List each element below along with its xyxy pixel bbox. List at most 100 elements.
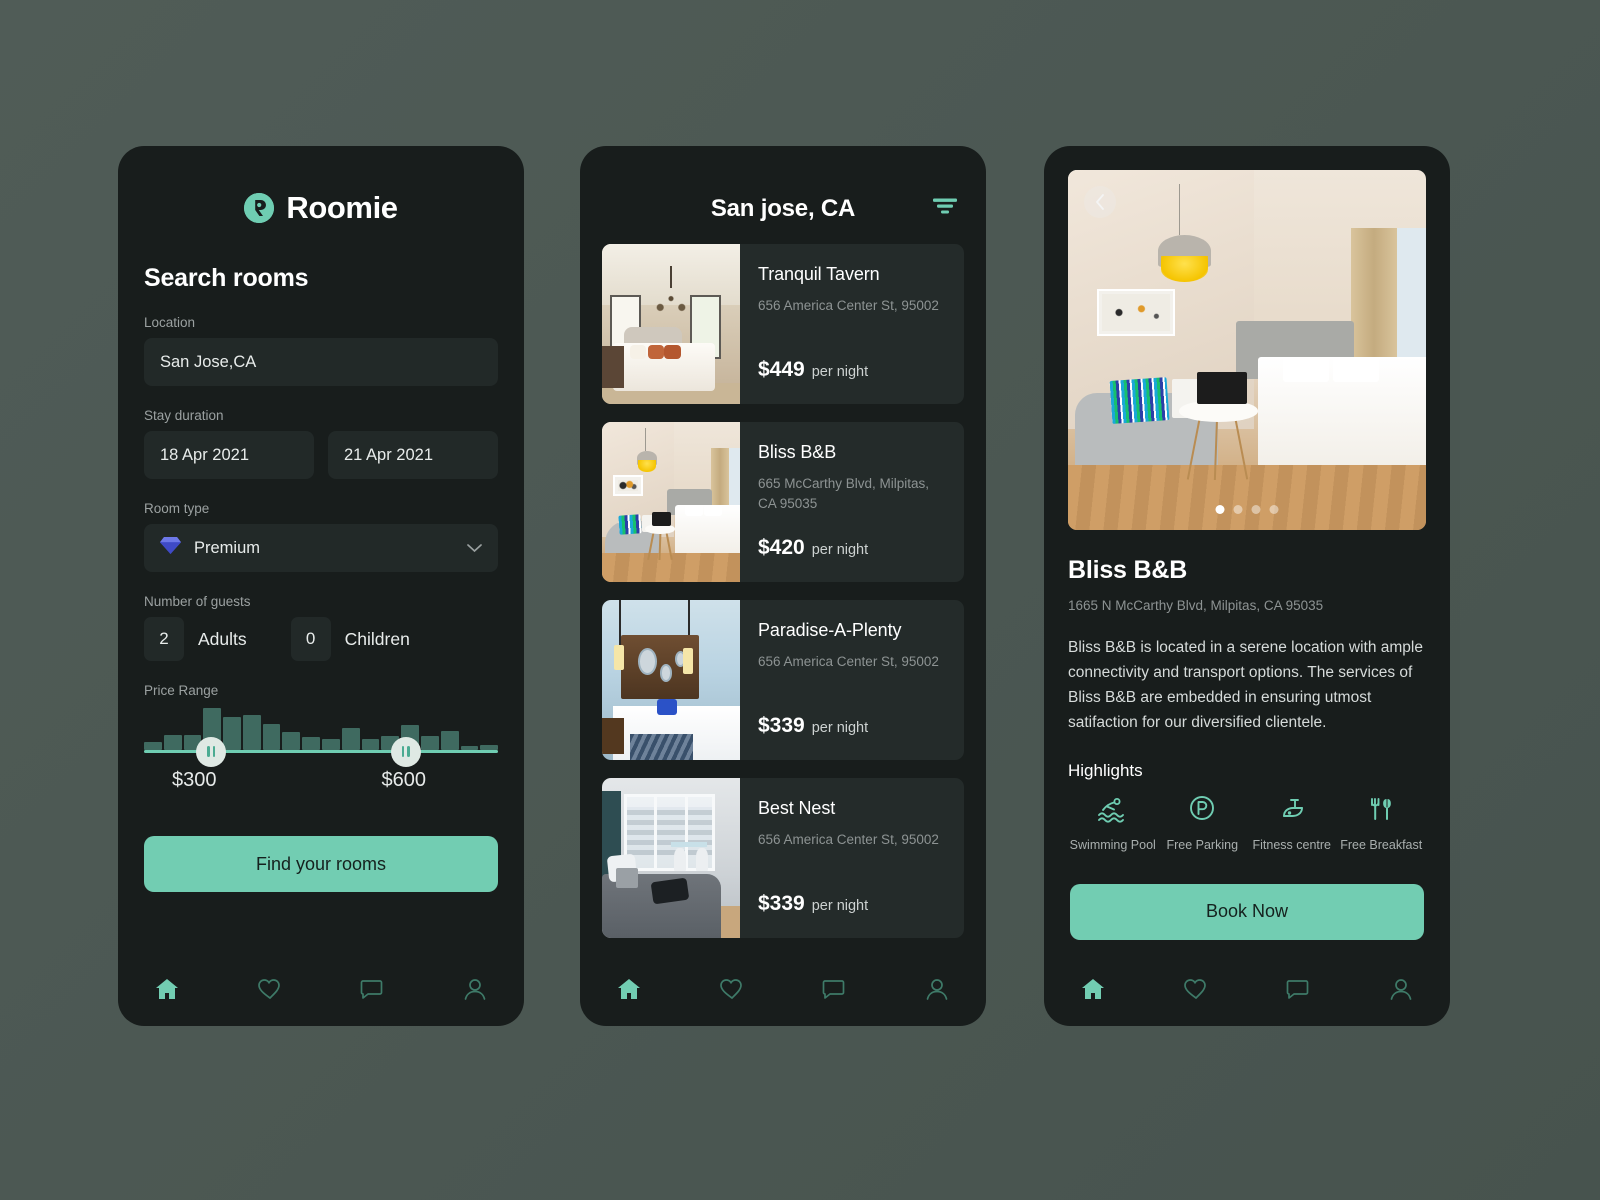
nav-messages[interactable] bbox=[357, 974, 387, 1004]
nav-home[interactable] bbox=[1078, 974, 1108, 1004]
listing-name: Paradise-A-Plenty bbox=[758, 620, 902, 640]
listing-price: $339 bbox=[758, 892, 805, 915]
results-screen: San jose, CA Tranquil Tavern 656 America … bbox=[580, 146, 986, 1026]
children-stepper[interactable]: 0 bbox=[290, 617, 331, 661]
nav-messages[interactable] bbox=[1283, 974, 1313, 1004]
carousel-dot[interactable] bbox=[1269, 505, 1279, 514]
histogram-bar bbox=[440, 730, 459, 750]
histogram-bar bbox=[262, 724, 281, 750]
guests-label: Number of guests bbox=[144, 594, 251, 609]
histogram-bar bbox=[282, 732, 301, 750]
nav-home[interactable] bbox=[614, 974, 644, 1004]
price-range-slider[interactable]: $300 $600 bbox=[144, 706, 499, 792]
histogram-bar bbox=[163, 735, 182, 750]
children-label: Children bbox=[344, 628, 410, 649]
slider-handle-max[interactable] bbox=[390, 736, 421, 767]
heart-icon bbox=[719, 979, 742, 1000]
stay-duration-label: Stay duration bbox=[144, 408, 224, 423]
listing-price-row: $339 per night bbox=[758, 714, 946, 738]
nav-favorites[interactable] bbox=[255, 974, 285, 1004]
bottom-nav-search bbox=[118, 974, 524, 1004]
guests-row: 2 Adults 0 Children bbox=[144, 617, 498, 661]
parking-icon bbox=[1186, 795, 1218, 828]
highlight-swimming-pool: Swimming Pool bbox=[1068, 795, 1158, 854]
chevron-left-icon bbox=[1095, 194, 1104, 210]
carousel-dot[interactable] bbox=[1233, 505, 1243, 514]
detail-screen: Bliss B&B 1665 N McCarthy Blvd, Milpitas… bbox=[1044, 146, 1450, 1026]
slider-handle-min[interactable] bbox=[196, 736, 227, 767]
home-icon bbox=[1082, 979, 1104, 999]
price-min-label: $300 bbox=[172, 769, 217, 791]
chat-icon bbox=[1286, 980, 1309, 999]
listing-price: $449 bbox=[758, 358, 805, 381]
home-icon bbox=[156, 979, 178, 999]
histogram-bar bbox=[341, 728, 360, 750]
highlight-free-parking: Free Parking bbox=[1158, 795, 1248, 854]
checkout-date-input[interactable]: 21 Apr 2021 bbox=[328, 431, 498, 479]
listing-name: Tranquil Tavern bbox=[758, 264, 880, 284]
listing-thumbnail bbox=[602, 600, 740, 760]
back-button[interactable] bbox=[1084, 186, 1116, 218]
listing-price-unit: per night bbox=[811, 542, 869, 558]
highlight-label: Free Parking bbox=[1166, 838, 1239, 853]
nav-home[interactable] bbox=[152, 974, 182, 1004]
exercise-bike-icon bbox=[1276, 795, 1308, 828]
carousel-dots[interactable] bbox=[1215, 505, 1279, 514]
find-rooms-button[interactable]: Find your rooms bbox=[144, 836, 498, 892]
chat-icon bbox=[822, 980, 845, 999]
listing-card[interactable]: Bliss B&B 665 McCarthy Blvd, Milpitas, CA… bbox=[602, 422, 964, 582]
filter-icon[interactable] bbox=[932, 196, 958, 223]
adults-stepper[interactable]: 2 bbox=[144, 617, 184, 661]
slider-track[interactable] bbox=[144, 736, 498, 767]
user-icon bbox=[1390, 979, 1412, 1000]
listing-thumbnail bbox=[602, 422, 740, 582]
room-type-select[interactable]: Premium bbox=[144, 524, 498, 572]
listing-address: 656 America Center St, 95002 bbox=[758, 832, 939, 847]
listing-card[interactable]: Paradise-A-Plenty 656 America Center St, … bbox=[602, 600, 964, 760]
price-range-label: Price Range bbox=[144, 683, 219, 698]
book-now-button[interactable]: Book Now bbox=[1070, 883, 1424, 940]
listing-thumbnail bbox=[602, 244, 740, 404]
brand-name: Roomie bbox=[286, 190, 398, 225]
page-title: Search rooms bbox=[144, 264, 309, 292]
location-input[interactable]: San Jose,CA bbox=[144, 338, 498, 386]
home-icon bbox=[618, 979, 640, 999]
histogram-bar bbox=[302, 736, 321, 750]
listing-price-row: $339 per night bbox=[758, 892, 946, 916]
results-title: San jose, CA bbox=[710, 195, 856, 222]
carousel-dot[interactable] bbox=[1215, 505, 1225, 514]
room-photo bbox=[1068, 170, 1426, 530]
listing-card[interactable]: Best Nest 656 America Center St, 95002 $33… bbox=[602, 778, 964, 938]
listing-price-row: $420 per night bbox=[758, 536, 946, 560]
bottom-nav-detail bbox=[1044, 974, 1450, 1004]
highlights-row: Swimming Pool Free Parking Fitness centr… bbox=[1068, 795, 1426, 854]
user-icon bbox=[926, 979, 948, 1000]
listing-price-row: $449 per night bbox=[758, 358, 946, 382]
stay-duration-row: 18 Apr 2021 21 Apr 2021 bbox=[144, 431, 498, 479]
checkin-date-input[interactable]: 18 Apr 2021 bbox=[144, 431, 314, 479]
room-type-label: Room type bbox=[144, 501, 210, 516]
nav-profile[interactable] bbox=[922, 974, 952, 1004]
listing-price-unit: per night bbox=[811, 364, 869, 380]
user-icon bbox=[464, 979, 486, 1000]
listing-price-unit: per night bbox=[811, 898, 869, 914]
highlight-free-breakfast: Free Breakfast bbox=[1337, 795, 1427, 854]
brand-header: Roomie bbox=[118, 190, 524, 226]
highlights-title: Highlights bbox=[1068, 761, 1143, 781]
highlight-fitness-centre: Fitness centre bbox=[1247, 795, 1337, 854]
listing-price-unit: per night bbox=[811, 720, 869, 736]
nav-messages[interactable] bbox=[819, 974, 849, 1004]
nav-favorites[interactable] bbox=[717, 974, 747, 1004]
bottom-nav-results bbox=[580, 974, 986, 1004]
chat-icon bbox=[360, 980, 383, 999]
nav-profile[interactable] bbox=[1386, 974, 1416, 1004]
listing-name: Bliss B&B bbox=[758, 442, 837, 462]
carousel-dot[interactable] bbox=[1251, 505, 1261, 514]
nav-profile[interactable] bbox=[460, 974, 490, 1004]
listing-card[interactable]: Tranquil Tavern 656 America Center St, 95… bbox=[602, 244, 964, 404]
highlight-label: Fitness centre bbox=[1252, 838, 1331, 853]
nav-favorites[interactable] bbox=[1181, 974, 1211, 1004]
listing-price: $420 bbox=[758, 536, 805, 559]
detail-address: 1665 N McCarthy Blvd, Milpitas, CA 95035 bbox=[1068, 598, 1324, 613]
listing-address: 656 America Center St, 95002 bbox=[758, 654, 939, 669]
